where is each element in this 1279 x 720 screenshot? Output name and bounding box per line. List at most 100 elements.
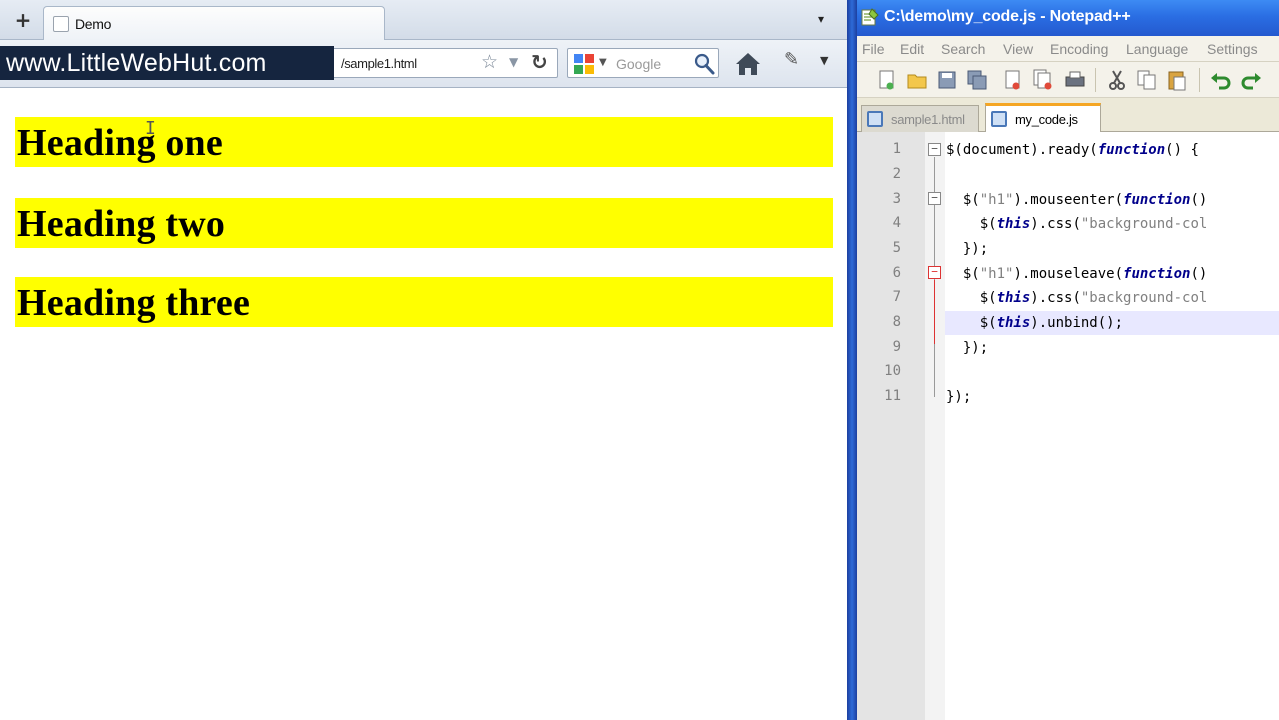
window-border — [847, 0, 857, 720]
line-number: 10 — [884, 363, 901, 379]
magnifier-icon[interactable] — [692, 52, 716, 76]
search-engine-arrow-icon[interactable]: ▼ — [599, 57, 607, 68]
heading-two[interactable]: Heading two — [15, 198, 833, 248]
tab-label: Demo — [75, 16, 112, 32]
code-line-2[interactable] — [945, 163, 1279, 187]
fold-line-active — [934, 280, 935, 344]
toolbar-menu-arrow-icon[interactable]: ▼ — [820, 54, 828, 67]
cut-icon[interactable] — [1105, 68, 1129, 92]
google-icon[interactable] — [574, 54, 594, 74]
print-icon[interactable] — [1063, 68, 1087, 92]
tab-sample1-html[interactable]: sample1.html — [861, 105, 979, 132]
notepad-menubar: File Edit Search View Encoding Language … — [857, 36, 1279, 62]
tab-my-code-js[interactable]: my_code.js — [985, 103, 1101, 132]
tab-label: my_code.js — [1015, 112, 1078, 127]
menu-language[interactable]: Language — [1126, 41, 1188, 57]
code-token: $( — [946, 315, 997, 331]
line-number: 11 — [884, 388, 901, 404]
bookmarks-icon[interactable]: ✎ — [784, 49, 799, 70]
url-text: /sample1.html — [341, 56, 417, 71]
fold-collapse-icon[interactable]: − — [928, 143, 941, 156]
tab-list-icon[interactable]: ▾ — [818, 12, 824, 26]
tab-demo[interactable]: Demo — [43, 6, 385, 41]
code-token: $( — [946, 290, 997, 306]
menu-settings[interactable]: Settings — [1207, 41, 1258, 57]
document-icon — [867, 111, 883, 127]
code-line-7[interactable]: $(this).css("background-col — [945, 286, 1279, 310]
code-keyword: this — [996, 315, 1031, 331]
close-all-icon[interactable] — [1031, 68, 1055, 92]
line-number: 5 — [892, 240, 901, 256]
code-token: ).css( — [1030, 216, 1081, 232]
heading-one[interactable]: Heading one — [15, 117, 833, 167]
line-number: 7 — [892, 289, 901, 305]
tab-strip: + Demo ▾ — [0, 0, 847, 41]
search-input[interactable]: Google — [616, 56, 661, 72]
toolbar-separator — [1199, 68, 1200, 92]
code-token: }); — [946, 340, 989, 356]
code-line-11[interactable]: }); — [945, 385, 1279, 409]
paste-icon[interactable] — [1165, 68, 1189, 92]
open-file-icon[interactable] — [905, 68, 929, 92]
line-number: 6 — [892, 265, 901, 281]
notepad-window: C:\demo\my_code.js - Notepad++ File Edit… — [857, 0, 1279, 720]
close-file-icon[interactable] — [1001, 68, 1025, 92]
line-number: 9 — [892, 339, 901, 355]
menu-view[interactable]: View — [1003, 41, 1033, 57]
new-file-icon[interactable] — [875, 68, 899, 92]
code-line-10[interactable] — [945, 360, 1279, 384]
code-string: "background-col — [1080, 216, 1208, 232]
code-keyword: function — [1097, 142, 1166, 158]
code-token: () — [1190, 266, 1208, 282]
fold-collapse-icon[interactable]: − — [928, 192, 941, 205]
menu-encoding[interactable]: Encoding — [1050, 41, 1108, 57]
code-line-8[interactable]: $(this).unbind(); — [945, 311, 1279, 335]
search-bar[interactable]: ▼ Google — [567, 48, 719, 78]
code-token: ).mouseleave( — [1013, 266, 1124, 282]
code-line-4[interactable]: $(this).css("background-col — [945, 212, 1279, 236]
line-number: 3 — [892, 191, 901, 207]
code-string: "h1" — [979, 192, 1014, 208]
menu-file[interactable]: File — [862, 41, 885, 57]
save-all-icon[interactable] — [965, 68, 989, 92]
code-line-3[interactable]: $("h1").mouseenter(function() — [945, 188, 1279, 212]
home-icon[interactable] — [731, 47, 765, 81]
code-keyword: this — [996, 216, 1031, 232]
line-number: 8 — [892, 314, 901, 330]
fold-margin: − − − — [925, 132, 945, 720]
line-number: 1 — [892, 141, 901, 157]
copy-icon[interactable] — [1135, 68, 1159, 92]
code-token: $( — [946, 216, 997, 232]
code-line-5[interactable]: }); — [945, 237, 1279, 261]
star-icon[interactable]: ☆ — [481, 51, 498, 73]
code-editor[interactable]: 1 2 3 4 5 6 7 8 9 10 11 − − − $(document… — [857, 132, 1279, 720]
code-line-6[interactable]: $("h1").mouseleave(function() — [945, 262, 1279, 286]
url-dropdown-icon[interactable]: ▼ — [509, 55, 518, 69]
heading-three[interactable]: Heading three — [15, 277, 833, 327]
code-line-1[interactable]: $(document).ready(function() { — [945, 138, 1279, 162]
notepad-tab-bar: sample1.html my_code.js — [857, 98, 1279, 132]
notepad-app-icon — [861, 8, 879, 26]
save-icon[interactable] — [935, 68, 959, 92]
notepad-title: C:\demo\my_code.js - Notepad++ — [884, 8, 1131, 25]
browser-window: + Demo ▾ /sample1.html ☆ ▼ ↻ ▼ Google ✎ … — [0, 0, 847, 720]
menu-edit[interactable]: Edit — [900, 41, 924, 57]
toolbar-separator — [1095, 68, 1096, 92]
new-tab-icon[interactable]: + — [8, 6, 38, 34]
url-bar[interactable]: /sample1.html ☆ ▼ ↻ — [330, 48, 558, 78]
code-line-9[interactable]: }); — [945, 336, 1279, 360]
menu-search[interactable]: Search — [941, 41, 985, 57]
code-keyword: this — [996, 290, 1031, 306]
code-token: }); — [946, 389, 972, 405]
undo-icon[interactable] — [1209, 68, 1233, 92]
line-number-gutter: 1 2 3 4 5 6 7 8 9 10 11 — [857, 132, 925, 720]
document-icon — [991, 111, 1007, 127]
reload-icon[interactable]: ↻ — [531, 50, 548, 74]
redo-icon[interactable] — [1239, 68, 1263, 92]
code-token: $( — [946, 192, 980, 208]
notepad-titlebar[interactable]: C:\demo\my_code.js - Notepad++ — [857, 0, 1279, 36]
fold-collapse-icon[interactable]: − — [928, 266, 941, 279]
code-token: () — [1190, 192, 1208, 208]
code-token: }); — [946, 241, 989, 257]
page-content: Heading one Heading two Heading three — [0, 89, 847, 720]
